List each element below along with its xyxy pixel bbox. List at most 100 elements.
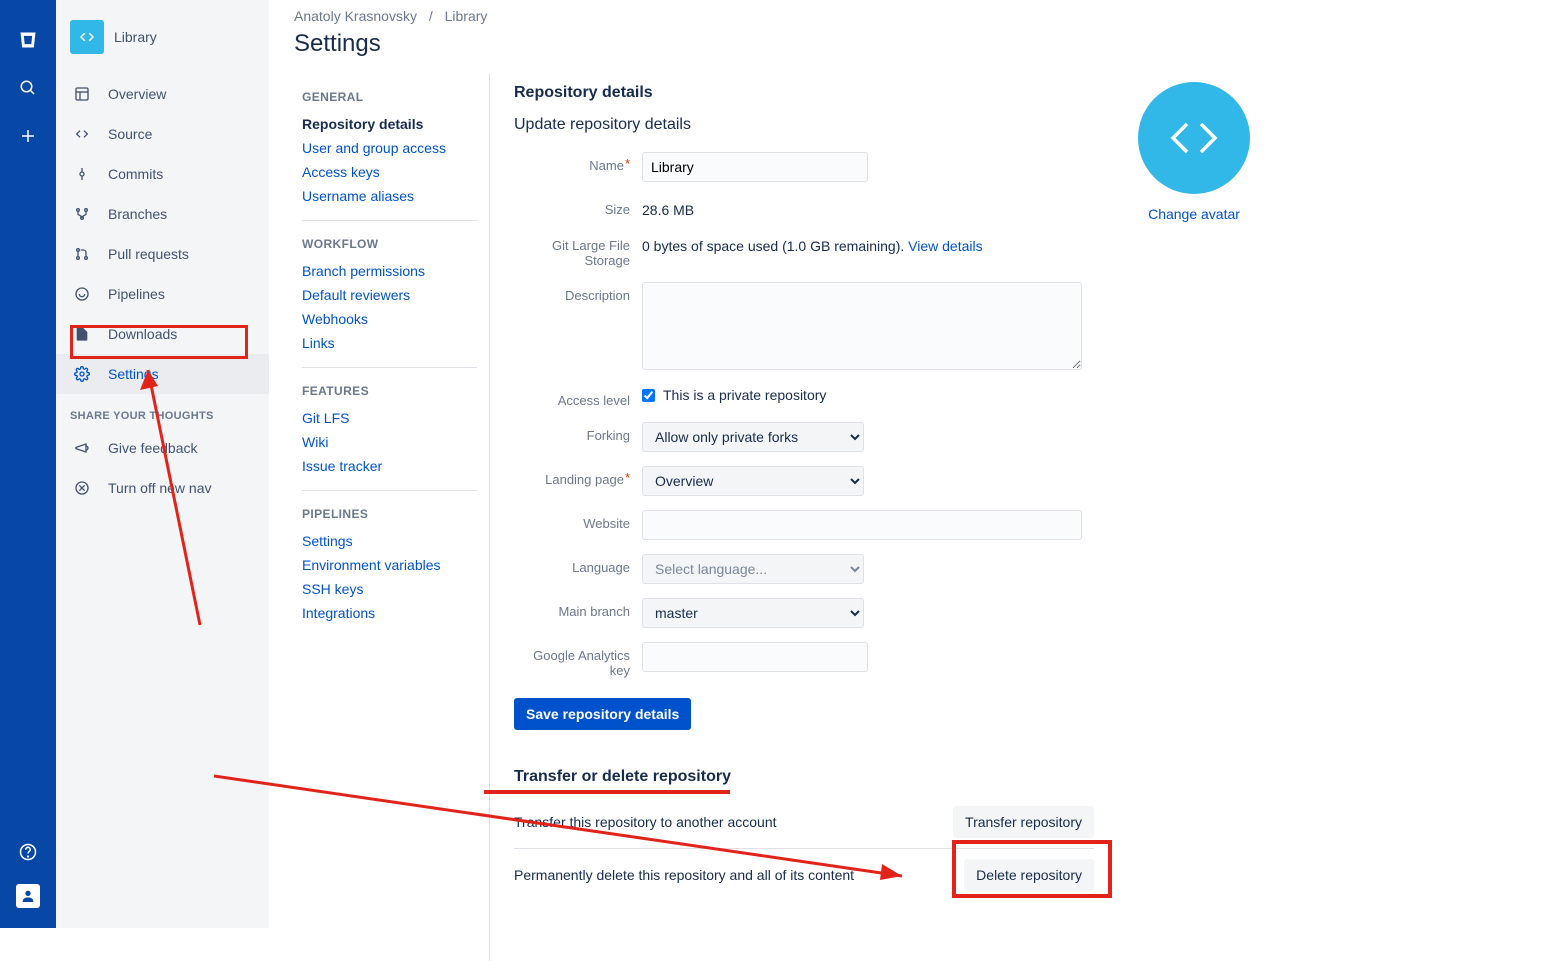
commits-icon (70, 162, 94, 186)
sidebar-item-label: Source (108, 126, 152, 142)
label-lfs: Git Large File Storage (514, 232, 642, 268)
size-value: 28.6 MB (642, 196, 1094, 218)
avatar-column: Change avatar (1094, 74, 1294, 901)
repo-sidebar: Library Overview Source Commits Branches… (56, 0, 270, 928)
settings-nav-wiki[interactable]: Wiki (302, 430, 477, 454)
source-icon (70, 122, 94, 146)
search-icon[interactable] (12, 72, 44, 104)
settings-nav-heading-general: GENERAL (302, 90, 477, 104)
settings-nav-pipelines-settings[interactable]: Settings (302, 529, 477, 553)
overview-icon (70, 82, 94, 106)
settings-nav-repo-details[interactable]: Repository details (302, 112, 477, 136)
branches-icon (70, 202, 94, 226)
label-name: Name (514, 152, 642, 173)
sidebar-item-branches[interactable]: Branches (56, 194, 269, 234)
settings-nav-issue-tracker[interactable]: Issue tracker (302, 454, 477, 478)
label-size: Size (514, 196, 642, 217)
settings-nav-heading-pipelines: PIPELINES (302, 507, 477, 521)
sidebar-item-turnoff[interactable]: Turn off new nav (56, 468, 269, 508)
label-landing-page: Landing page (514, 466, 642, 487)
settings-nav-env-vars[interactable]: Environment variables (302, 553, 477, 577)
sidebar-item-label: Overview (108, 86, 166, 102)
breadcrumb-separator: / (429, 8, 433, 24)
sidebar-item-commits[interactable]: Commits (56, 154, 269, 194)
transfer-button[interactable]: Transfer repository (953, 806, 1094, 838)
settings-nav-webhooks[interactable]: Webhooks (302, 307, 477, 331)
name-input[interactable] (642, 152, 868, 182)
sidebar-item-pipelines[interactable]: Pipelines (56, 274, 269, 314)
label-main-branch: Main branch (514, 598, 642, 619)
delete-text: Permanently delete this repository and a… (514, 867, 854, 883)
cross-circle-icon (70, 476, 94, 500)
sidebar-section-label: SHARE YOUR THOUGHTS (56, 394, 269, 428)
help-icon[interactable] (12, 836, 44, 868)
change-avatar-link[interactable]: Change avatar (1148, 206, 1240, 222)
label-language: Language (514, 554, 642, 575)
sidebar-item-label: Branches (108, 206, 167, 222)
settings-nav-heading-features: FEATURES (302, 384, 477, 398)
settings-nav-links[interactable]: Links (302, 331, 477, 355)
settings-nav-default-reviewers[interactable]: Default reviewers (302, 283, 477, 307)
megaphone-icon (70, 436, 94, 460)
settings-nav-access-keys[interactable]: Access keys (302, 160, 477, 184)
bitbucket-logo-icon[interactable] (12, 24, 44, 56)
sidebar-item-label: Pipelines (108, 286, 165, 302)
pipelines-icon (70, 282, 94, 306)
website-input[interactable] (642, 510, 1082, 540)
sidebar-item-label: Give feedback (108, 440, 198, 456)
breadcrumb-owner[interactable]: Anatoly Krasnovsky (294, 8, 417, 24)
lfs-value: 0 bytes of space used (1.0 GB remaining)… (642, 232, 1094, 254)
breadcrumb: Anatoly Krasnovsky / Library (270, 0, 1553, 24)
sidebar-item-pullrequests[interactable]: Pull requests (56, 234, 269, 274)
global-nav-rail (0, 0, 56, 928)
settings-icon (70, 362, 94, 386)
ga-key-input[interactable] (642, 642, 868, 672)
settings-nav-branch-permissions[interactable]: Branch permissions (302, 259, 477, 283)
sidebar-title: Library (114, 29, 157, 45)
annotation-red-box-settings (70, 325, 248, 359)
label-description: Description (514, 282, 642, 303)
label-access-level: Access level (514, 387, 642, 408)
sidebar-item-label: Pull requests (108, 246, 189, 262)
forking-select[interactable]: Allow only private forks (642, 422, 864, 452)
private-checkbox[interactable] (642, 389, 655, 402)
settings-nav-username-aliases[interactable]: Username aliases (302, 184, 477, 208)
settings-nav-integrations[interactable]: Integrations (302, 601, 477, 625)
update-details-heading: Update repository details (514, 116, 1094, 134)
profile-avatar-icon[interactable] (16, 884, 40, 908)
sidebar-item-label: Commits (108, 166, 163, 182)
settings-nav: GENERAL Repository details User and grou… (270, 74, 490, 961)
page-title: Settings (270, 24, 1553, 74)
sidebar-item-feedback[interactable]: Give feedback (56, 428, 269, 468)
breadcrumb-repo[interactable]: Library (445, 8, 488, 24)
transfer-text: Transfer this repository to another acco… (514, 814, 777, 830)
annotation-red-box-delete (952, 840, 1112, 898)
pullrequests-icon (70, 242, 94, 266)
annotation-red-underline (484, 790, 730, 794)
private-checkbox-label: This is a private repository (663, 387, 826, 403)
lfs-view-details-link[interactable]: View details (908, 238, 982, 254)
plus-icon[interactable] (12, 120, 44, 152)
sidebar-item-settings[interactable]: Settings (56, 354, 269, 394)
sidebar-item-label: Settings (108, 366, 159, 382)
settings-nav-git-lfs[interactable]: Git LFS (302, 406, 477, 430)
sidebar-item-overview[interactable]: Overview (56, 74, 269, 114)
main-branch-select[interactable]: master (642, 598, 864, 628)
repo-avatar-large-icon (1138, 82, 1250, 194)
transfer-delete-heading: Transfer or delete repository (514, 768, 1094, 786)
repo-details-heading: Repository details (514, 84, 1094, 102)
label-ga-key: Google Analytics key (514, 642, 642, 678)
settings-nav-heading-workflow: WORKFLOW (302, 237, 477, 251)
sidebar-item-label: Turn off new nav (108, 480, 212, 496)
language-select[interactable]: Select language... (642, 554, 864, 584)
settings-nav-user-access[interactable]: User and group access (302, 136, 477, 160)
repo-avatar-icon (70, 20, 104, 54)
label-website: Website (514, 510, 642, 531)
sidebar-item-source[interactable]: Source (56, 114, 269, 154)
label-forking: Forking (514, 422, 642, 443)
description-textarea[interactable] (642, 282, 1082, 370)
save-button[interactable]: Save repository details (514, 698, 691, 730)
settings-nav-ssh-keys[interactable]: SSH keys (302, 577, 477, 601)
landing-page-select[interactable]: Overview (642, 466, 864, 496)
sidebar-header: Library (56, 0, 269, 74)
